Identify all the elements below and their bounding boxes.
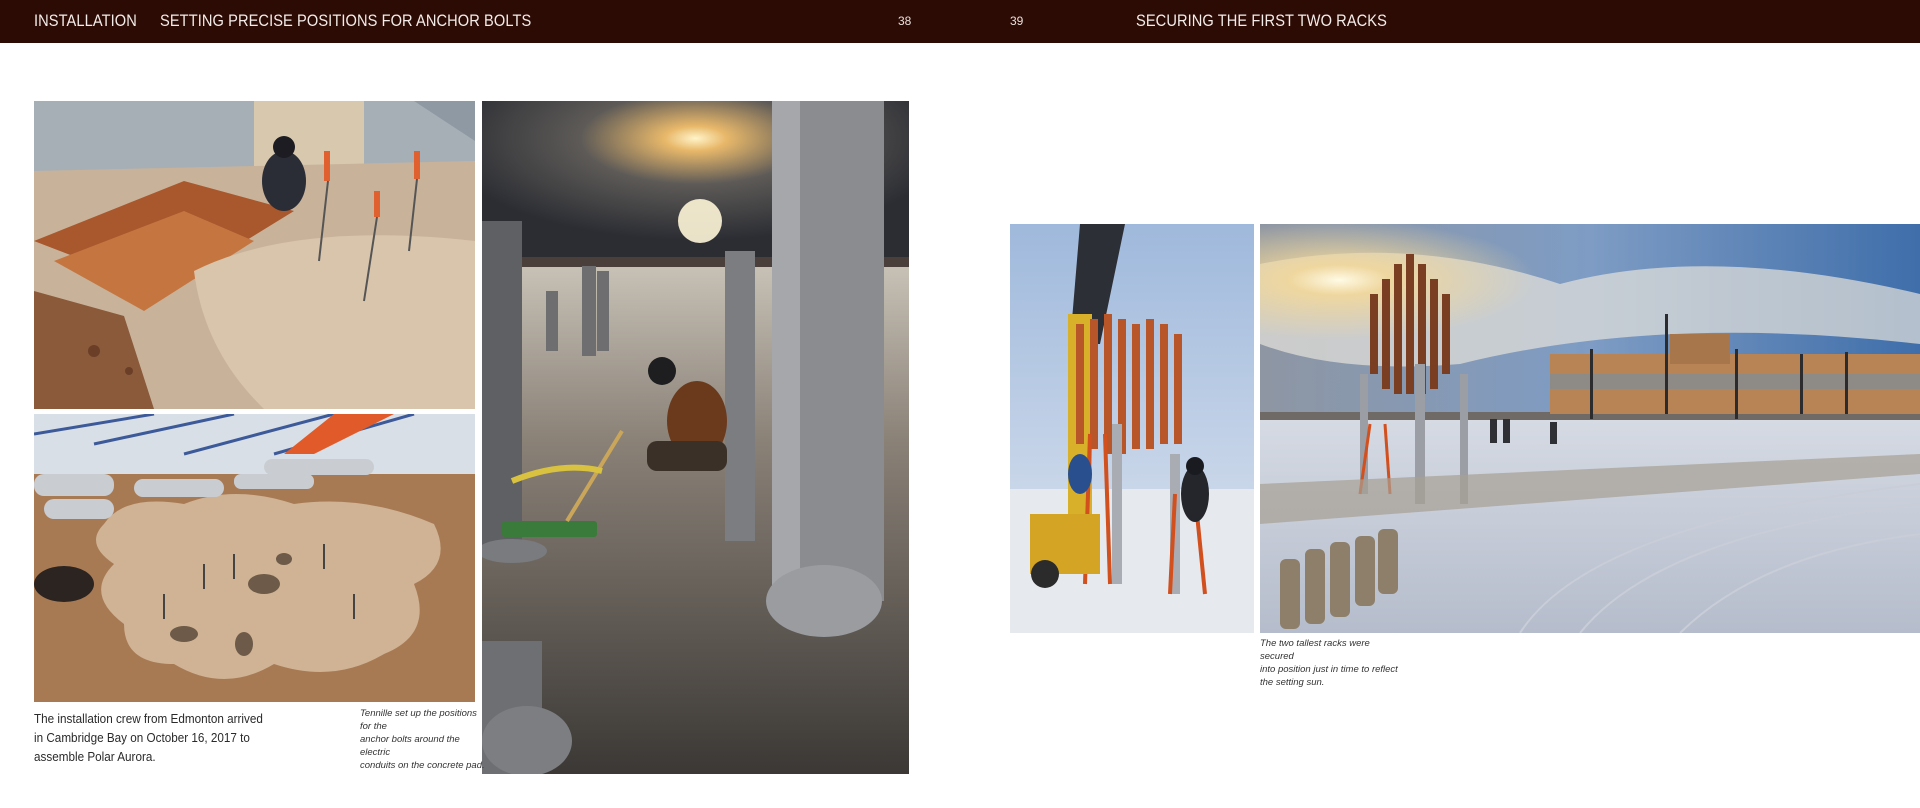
photo-crane-lifting-rack: [1010, 224, 1254, 633]
left-page-number: 38: [898, 14, 912, 28]
left-page-title: SETTING PRECISE POSITIONS FOR ANCHOR BOL…: [160, 11, 532, 30]
tennille-caption-line-3: conduits on the concrete pad.: [360, 760, 485, 771]
racks-caption-line-2: into position just in time to reflect: [1260, 664, 1398, 675]
tennille-caption: Tennille set up the positions for the an…: [360, 707, 490, 772]
section-label: INSTALLATION: [34, 11, 137, 30]
photo-racks-sunset-building: [1260, 224, 1920, 633]
right-page-number: 39: [1010, 14, 1024, 28]
tennille-caption-line-1: Tennille set up the positions for the: [360, 708, 477, 732]
photo-worker-on-pad: [34, 101, 475, 409]
racks-caption-line-1: The two tallest racks were secured: [1260, 638, 1370, 662]
racks-caption-line-3: the setting sun.: [1260, 677, 1325, 688]
header-bar: INSTALLATION SETTING PRECISE POSITIONS F…: [0, 0, 1920, 43]
photo-anchor-bolt-pad: [34, 414, 475, 702]
right-page-title: SECURING THE FIRST TWO RACKS: [1136, 11, 1387, 30]
main-caption: The installation crew from Edmonton arri…: [34, 711, 263, 764]
racks-caption: The two tallest racks were secured into …: [1260, 637, 1400, 689]
tennille-caption-line-2: anchor bolts around the electric: [360, 734, 460, 758]
photo-poles-sunset: [482, 101, 909, 774]
